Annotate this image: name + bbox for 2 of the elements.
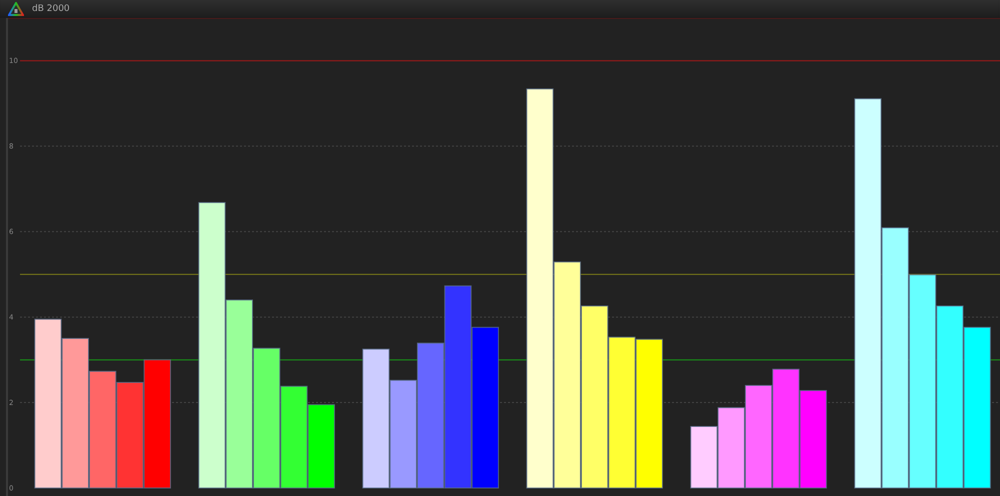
logo-icon [8, 2, 24, 16]
chart-title: dB 2000 [32, 3, 70, 16]
